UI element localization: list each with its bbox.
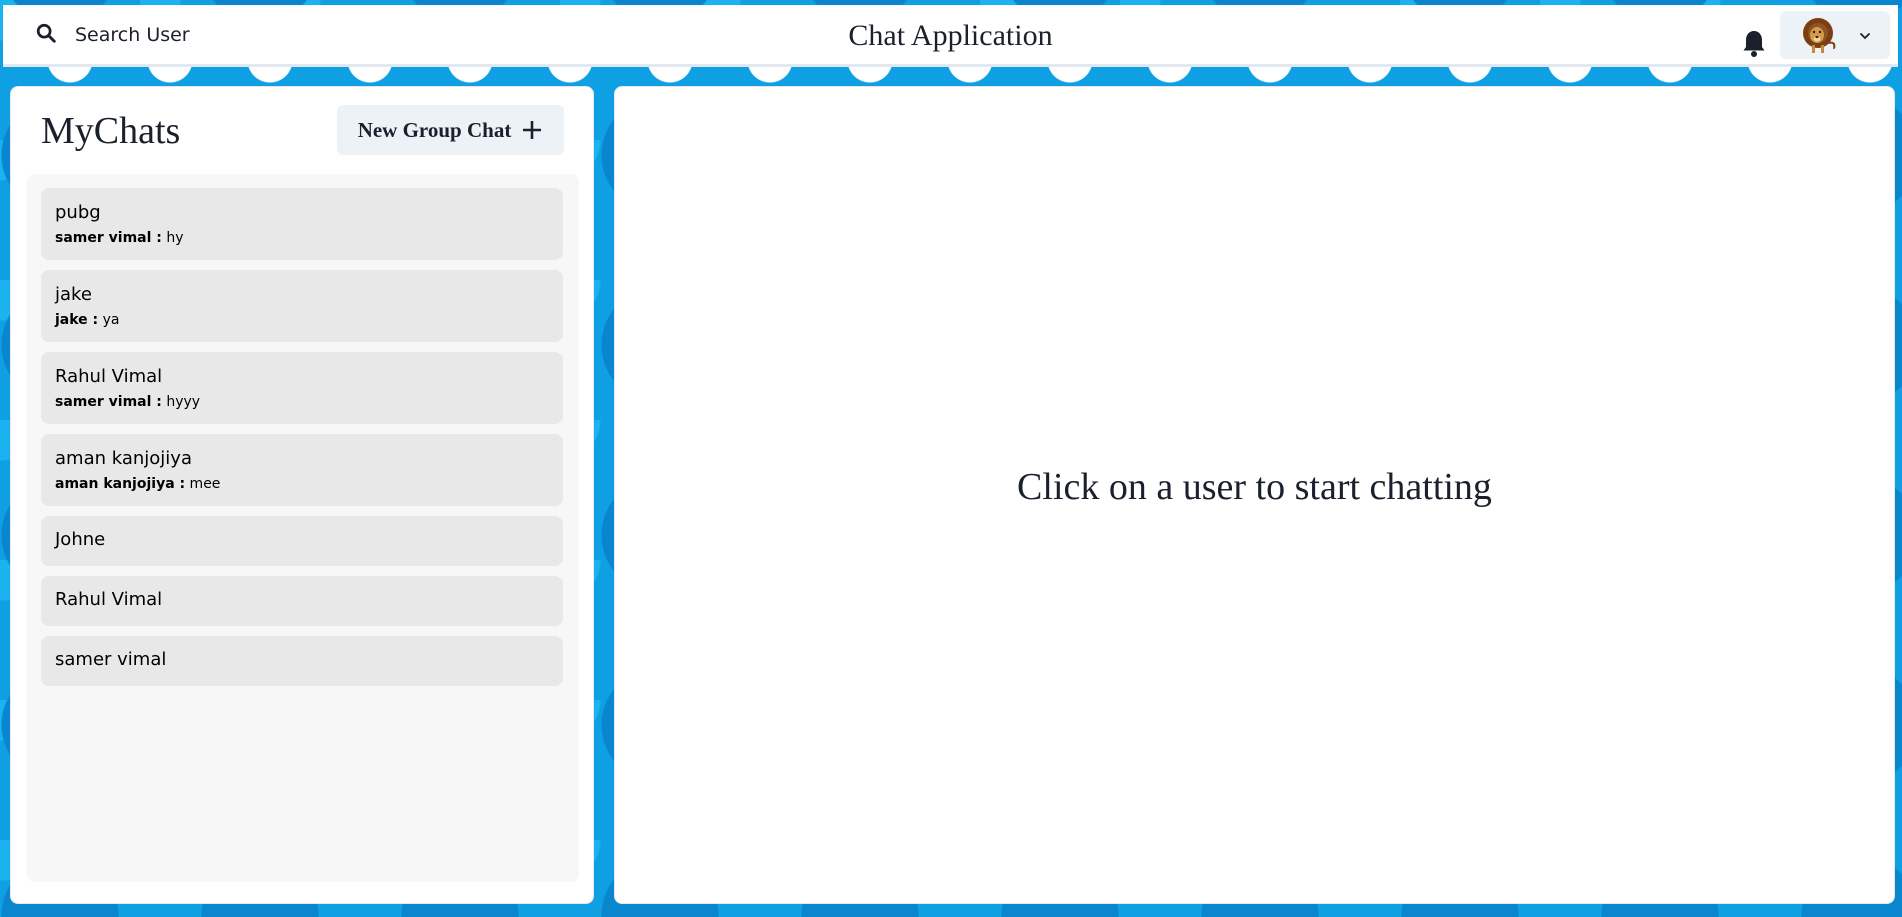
chat-name: aman kanjojiya xyxy=(55,448,192,469)
chat-item-aman-kanjojiya[interactable]: aman kanjojiya aman kanjojiya : mee xyxy=(41,434,563,506)
message-text: hy xyxy=(161,230,184,246)
chat-window: Click on a user to start chatting xyxy=(614,86,1895,904)
chat-name: pubg xyxy=(55,202,101,223)
plus-icon xyxy=(521,119,543,141)
message-sender: samer vimal : xyxy=(55,394,162,410)
top-bar: Search User Chat Application xyxy=(3,5,1898,67)
chat-name: Johne xyxy=(55,529,106,550)
my-chats-panel: MyChats New Group Chat pubg samer vimal … xyxy=(10,86,594,904)
chat-list: pubg samer vimal : hy jake jake : ya Rah… xyxy=(27,174,579,882)
chat-latest-message: samer vimal : hyyy xyxy=(55,394,200,410)
message-sender: jake : xyxy=(55,312,99,328)
empty-chat-message: Click on a user to start chatting xyxy=(1017,466,1492,508)
chat-name: Rahul Vimal xyxy=(55,366,163,387)
chat-item-pubg[interactable]: pubg samer vimal : hy xyxy=(41,188,563,260)
message-sender: samer vimal : xyxy=(55,230,162,246)
chat-item-rahul-vimal-2[interactable]: Rahul Vimal xyxy=(41,576,563,626)
chat-latest-message: aman kanjojiya : mee xyxy=(55,476,220,492)
chat-item-jake[interactable]: jake jake : ya xyxy=(41,270,563,342)
new-group-chat-button[interactable]: New Group Chat xyxy=(337,105,564,155)
chat-latest-message: jake : ya xyxy=(55,312,119,328)
notification-button[interactable] xyxy=(1741,28,1767,58)
chevron-down-icon xyxy=(1858,28,1872,42)
app-title: Chat Application xyxy=(848,19,1053,52)
chat-name: Rahul Vimal xyxy=(55,589,163,610)
chat-item-johne[interactable]: Johne xyxy=(41,516,563,566)
chat-name: samer vimal xyxy=(55,649,167,670)
chat-latest-message: samer vimal : hy xyxy=(55,230,183,246)
chat-item-samer-vimal[interactable]: samer vimal xyxy=(41,636,563,686)
lion-avatar xyxy=(1800,15,1840,55)
search-icon xyxy=(35,22,57,48)
new-group-chat-label: New Group Chat xyxy=(357,117,512,142)
message-text: mee xyxy=(185,476,221,492)
profile-menu-button[interactable] xyxy=(1780,11,1890,59)
message-text: hyyy xyxy=(161,394,201,410)
chat-name: jake xyxy=(55,284,92,305)
bell-icon xyxy=(1741,31,1767,62)
chat-item-rahul-vimal[interactable]: Rahul Vimal samer vimal : hyyy xyxy=(41,352,563,424)
my-chats-title: MyChats xyxy=(41,110,181,152)
message-text: ya xyxy=(98,312,120,328)
search-user-button[interactable]: Search User xyxy=(25,11,200,59)
search-user-label: Search User xyxy=(75,24,190,46)
message-sender: aman kanjojiya : xyxy=(55,476,186,492)
